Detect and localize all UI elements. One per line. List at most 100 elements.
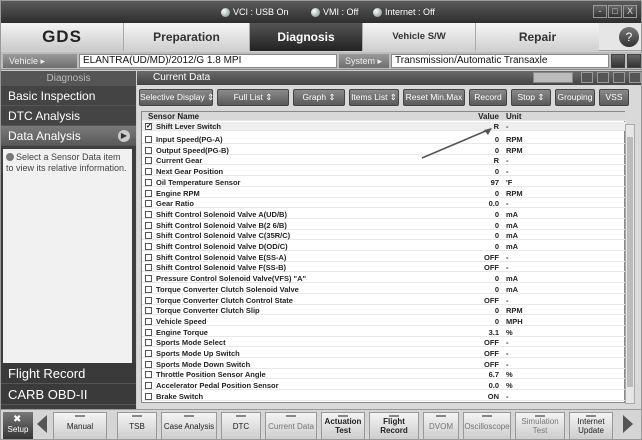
setup-button[interactable]: ✖ Setup [3,412,33,439]
row-checkbox[interactable] [145,232,152,240]
row-checkbox[interactable] [145,317,152,325]
row-checkbox[interactable] [145,221,152,229]
sidebar-item-data-analysis[interactable]: Data Analysis ▶ [1,126,136,146]
row-checkbox[interactable] [145,168,152,176]
tab-repair[interactable]: Repair [475,23,599,51]
sidebar-item-flight-record[interactable]: Flight Record [1,363,136,384]
flight-record-button[interactable]: Flight Record [369,412,419,439]
row-checkbox[interactable] [145,339,152,347]
table-row[interactable]: Throttle Position Sensor Angle 6.7% [142,370,626,380]
table-row[interactable]: Shift Control Solenoid Valve C(35R/C) 0 mA [142,231,626,241]
table-row[interactable]: Current Gear R - [142,156,626,166]
vehicle-label[interactable]: Vehicle ▸ [3,54,77,68]
table-row[interactable]: Brake Switch ON - [142,392,626,401]
table-row[interactable]: Sports Mode Down Switch OFF - [142,360,626,369]
actuation-test-button[interactable]: Actuation Test [321,412,365,439]
table-row[interactable]: Shift Control Solenoid Valve A(UD/B) 0 mA [142,210,626,219]
table-row[interactable]: Pressure Control Solenoid Valve(VFS) "A"… [142,274,626,284]
row-checkbox[interactable] [145,328,152,336]
tab-preparation[interactable]: Preparation [123,23,249,51]
row-checkbox[interactable] [145,243,152,250]
record-button[interactable]: Record [469,89,507,106]
table-row[interactable]: Shift Control Solenoid Valve D(OD/C) 0 mA [142,242,626,251]
table-row[interactable]: Torque Converter Clutch Solenoid Valve 0 m… [142,285,626,294]
table-row[interactable]: Accelerator Pedal Position Sensor 0.0% [142,381,626,391]
row-checkbox[interactable] [145,371,152,379]
reset-min-max-button[interactable]: Reset Min.Max [403,89,465,106]
tab-diagnosis[interactable]: Diagnosis [249,23,362,51]
row-checkbox[interactable] [145,307,152,315]
full-list-button[interactable]: Full List ⇕ [217,89,289,106]
table-row[interactable]: Gear Ratio 0.0- [142,199,626,209]
table-row[interactable]: Engine RPM 0 RPM [142,189,626,198]
search-field[interactable] [533,72,573,83]
table-row[interactable]: Vehicle Speed 0 MPH [142,317,626,326]
window-icon[interactable] [597,72,609,83]
table-row[interactable]: Shift Control Solenoid Valve E(SS-A) OFF - [142,253,626,262]
scrollbar-thumb[interactable] [627,137,633,387]
table-row[interactable]: Output Speed(PG-B) 0 RPM [142,146,626,155]
sidebar-item-basic-inspection[interactable]: Basic Inspection [1,86,136,106]
dvom-button[interactable]: DVOM [423,412,459,439]
table-row[interactable]: Shift Control Solenoid Valve F(SS-B) OFF - [142,263,626,273]
scroll-left-arrow[interactable] [37,415,47,433]
row-checkbox[interactable] [145,285,152,293]
minimize-button[interactable]: - [593,5,607,18]
row-checkbox[interactable] [145,157,152,165]
row-checkbox[interactable] [145,178,152,186]
row-checkbox[interactable] [145,189,152,197]
print-icon[interactable] [627,54,641,68]
maximize-button[interactable]: □ [608,5,622,18]
row-checkbox[interactable] [145,360,152,368]
table-row[interactable]: Oil Temperature Sensor 97 'F [142,178,626,187]
table-row[interactable]: Torque Converter Clutch Slip 0 RPM [142,306,626,316]
simulation-test-button[interactable]: Simulation Test [515,412,565,439]
row-checkbox[interactable] [145,122,152,131]
row-checkbox[interactable] [145,382,152,390]
table-row[interactable]: Input Speed(PG-A) 0 RPM [142,135,626,144]
internet-update-button[interactable]: Internet Update [569,412,613,439]
vertical-scrollbar[interactable] [625,124,635,404]
manual-button[interactable]: Manual [53,412,107,439]
case-analysis-button[interactable]: Case Analysis [161,412,217,439]
table-row[interactable]: Engine Torque 3.1% [142,328,626,337]
oscilloscope-button[interactable]: Oscilloscope [463,412,511,439]
selective-display-button[interactable]: Selective Display ⇕ [139,89,214,106]
row-checkbox[interactable] [145,136,152,143]
sensor-unit: mA [506,220,519,230]
row-checkbox[interactable] [145,253,152,261]
system-label[interactable]: System ▸ [339,54,389,68]
row-checkbox[interactable] [145,296,152,304]
row-checkbox[interactable] [145,350,152,357]
row-checkbox[interactable] [145,264,152,272]
sidebar-item-dtc-analysis[interactable]: DTC Analysis [1,106,136,126]
table-row[interactable]: Sports Mode Select OFF - [142,338,626,348]
tsb-button[interactable]: TSB [117,412,157,439]
table-row[interactable]: Torque Converter Clutch Control State OFF… [142,296,626,305]
scroll-right-arrow[interactable] [623,415,633,433]
row-checkbox[interactable] [145,392,152,400]
table-row[interactable]: Shift Control Solenoid Valve B(2 6/B) 0 mA [142,221,626,230]
tab-vehicle-sw-management[interactable]: Vehicle S/W Management [362,23,475,70]
dtc-button[interactable]: DTC [221,412,261,439]
close-button[interactable]: X [623,5,637,18]
current-data-button[interactable]: Current Data [265,412,317,439]
grid-view-icon[interactable] [581,72,593,83]
help-icon[interactable]: ? [619,27,639,47]
items-list-button[interactable]: Items List ⇕ [349,89,399,106]
table-row[interactable]: Next Gear Position 0- [142,167,626,177]
grouping-button[interactable]: Grouping [555,89,595,106]
row-checkbox[interactable] [145,146,152,154]
row-checkbox[interactable] [145,210,152,218]
list-view-icon[interactable] [613,72,625,83]
row-checkbox[interactable] [145,275,152,283]
fixed-row[interactable]: Shift Lever Switch R - [142,122,626,131]
camera-icon[interactable] [611,54,625,68]
sidebar-item-carb-obd-ii[interactable]: CARB OBD-II [1,384,136,405]
graph-button[interactable]: Graph ⇕ [293,89,345,106]
settings-icon[interactable] [629,72,641,83]
table-row[interactable]: Sports Mode Up Switch OFF - [142,349,626,358]
vss-button[interactable]: VSS [599,89,629,106]
row-checkbox[interactable] [145,200,152,208]
stop-button[interactable]: Stop ⇕ [511,89,551,106]
